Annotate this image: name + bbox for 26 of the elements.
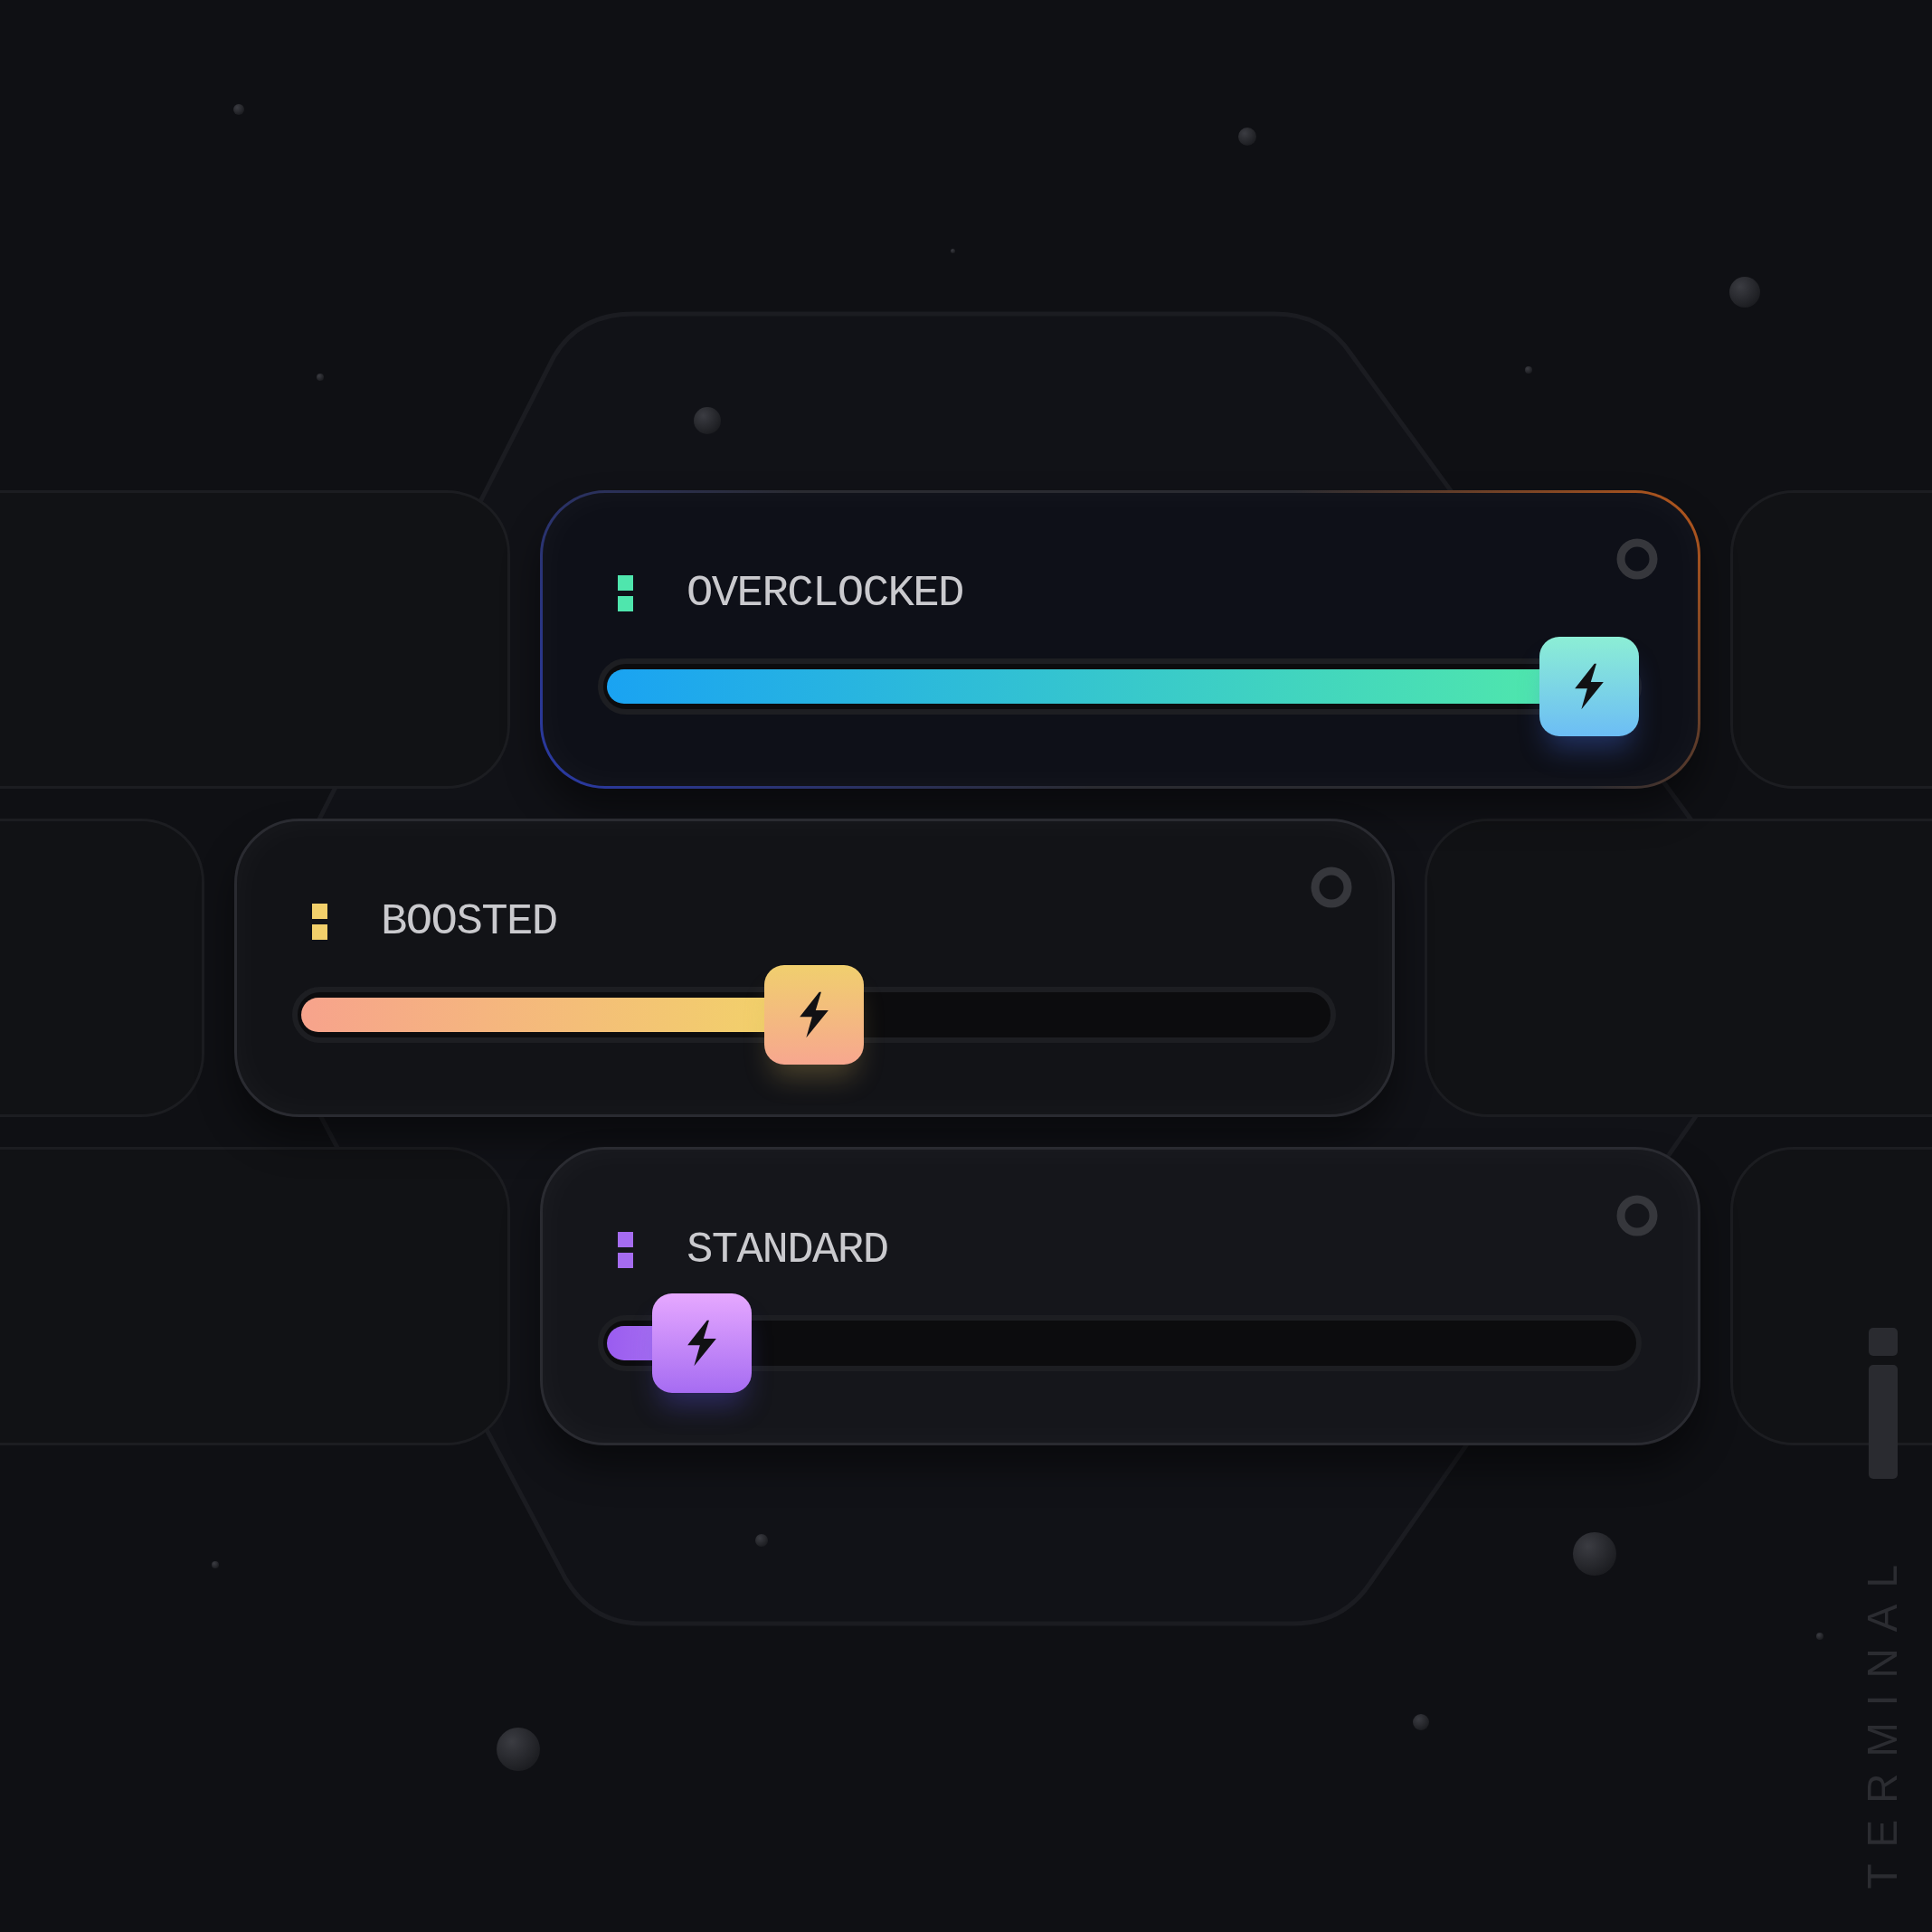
dot-icon (950, 248, 955, 253)
ring-icon (1616, 1195, 1658, 1236)
ring-icon (1616, 538, 1658, 580)
slider-track[interactable] (292, 965, 1336, 1065)
dot-icon (233, 104, 244, 115)
slider-label: STANDARD (687, 1225, 888, 1275)
dot-icon (1816, 1633, 1823, 1640)
slider-fill (607, 1326, 653, 1360)
lightning-icon (798, 991, 830, 1038)
slider-thumb[interactable] (1539, 637, 1640, 736)
dot-icon (1729, 277, 1760, 308)
slider-track[interactable] (598, 637, 1642, 736)
dot-icon (212, 1561, 219, 1568)
dot-icon (1238, 128, 1256, 146)
dot-icon (1573, 1532, 1616, 1576)
dot-icon (497, 1728, 540, 1771)
dot-icon (1413, 1714, 1429, 1730)
dot-icon (317, 374, 324, 381)
dot-icon (1525, 366, 1532, 374)
slider-label: BOOSTED (381, 896, 557, 947)
slider-track[interactable] (598, 1293, 1642, 1393)
slider-thumb[interactable] (764, 965, 864, 1065)
bar-logo-icon (1869, 1328, 1898, 1479)
ring-icon (1311, 867, 1352, 908)
slider-label: OVERCLOCKED (687, 568, 963, 619)
slider-thumb[interactable] (652, 1293, 753, 1393)
